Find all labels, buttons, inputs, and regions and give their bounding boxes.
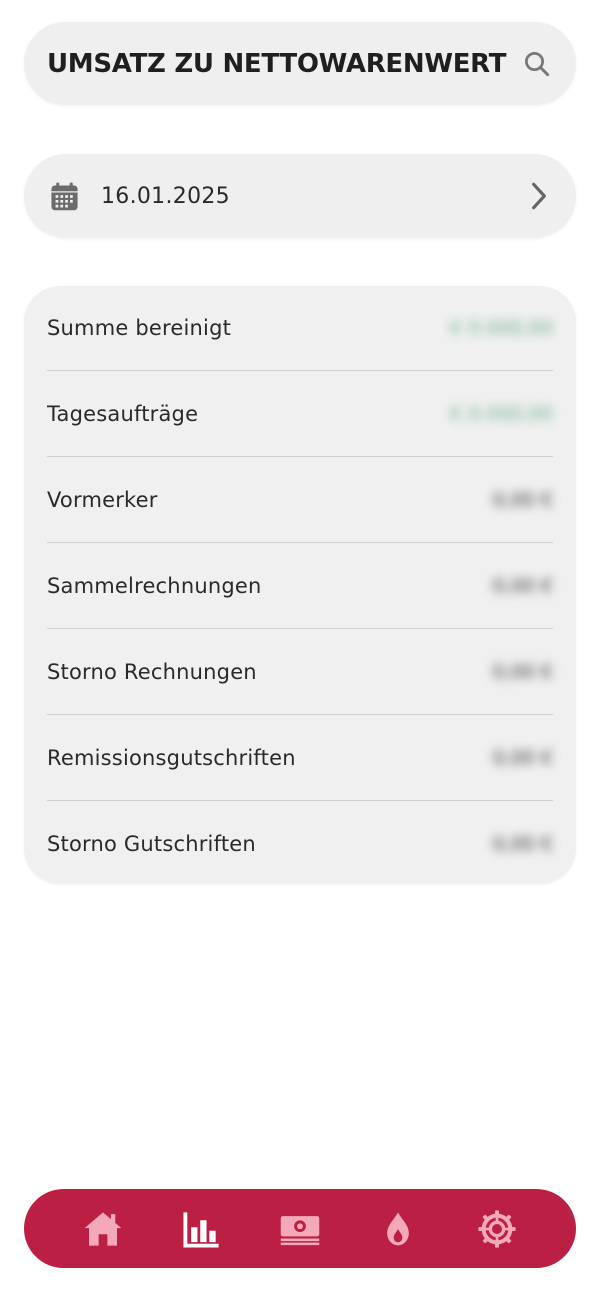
row-label: Remissionsgutschriften [47, 745, 296, 770]
money-icon [280, 1215, 320, 1245]
bar-chart-icon [183, 1211, 219, 1248]
row-label: Sammelrechnungen [47, 573, 262, 598]
row-value: 0,00 € [492, 833, 553, 855]
row-label: Vormerker [47, 487, 158, 512]
summary-row-summe-bereinigt: Summe bereinigt € 0.000,00 [47, 286, 553, 371]
summary-row-remissionsgutschriften: Remissionsgutschriften 0,00 € [47, 715, 553, 801]
selected-date: 16.01.2025 [101, 183, 230, 209]
row-value: 0,00 € [492, 488, 553, 511]
summary-row-storno-rechnungen: Storno Rechnungen 0,00 € [47, 629, 553, 715]
row-value: € 0.000,00 [450, 317, 553, 339]
nav-home[interactable] [73, 1199, 133, 1259]
row-label: Storno Rechnungen [47, 659, 257, 684]
nav-settings[interactable] [467, 1199, 527, 1259]
date-selector[interactable]: 16.01.2025 [24, 154, 576, 238]
row-label: Summe bereinigt [47, 316, 232, 340]
search-icon [525, 51, 550, 76]
row-value: 0,00 € [492, 746, 553, 769]
search-button[interactable] [520, 47, 554, 81]
summary-row-storno-gutschriften: Storno Gutschriften 0,00 € [47, 801, 553, 887]
flame-icon [387, 1211, 410, 1245]
nav-flame[interactable] [368, 1199, 428, 1259]
row-label: Tagesaufträge [47, 401, 199, 426]
row-value: € 0.000,00 [450, 402, 553, 425]
calendar-icon [51, 181, 78, 210]
nav-money[interactable] [270, 1199, 330, 1259]
bottom-navigation [24, 1189, 576, 1268]
row-value: 0,00 € [492, 574, 553, 597]
row-label: Storno Gutschriften [47, 832, 256, 856]
nav-statistics[interactable] [172, 1199, 232, 1259]
summary-row-vormerker: Vormerker 0,00 € [47, 457, 553, 543]
header-bar: UMSATZ ZU NETTOWARENWERT [24, 22, 576, 105]
home-icon [84, 1211, 122, 1246]
summary-row-tagesauftraege: Tagesaufträge € 0.000,00 [47, 371, 553, 457]
row-value: 0,00 € [492, 660, 553, 683]
settings-gear-icon [478, 1209, 516, 1248]
chevron-right-icon[interactable] [526, 180, 552, 212]
page-title: UMSATZ ZU NETTOWARENWERT [47, 48, 507, 79]
summary-row-sammelrechnungen: Sammelrechnungen 0,00 € [47, 543, 553, 629]
summary-card: Summe bereinigt € 0.000,00 Tagesaufträge… [24, 286, 576, 884]
